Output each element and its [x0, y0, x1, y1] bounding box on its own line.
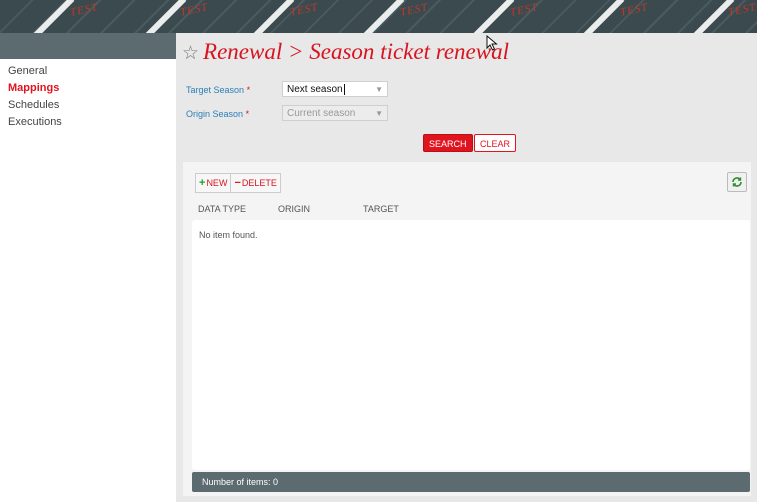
environment-banner: TEST TEST TEST TEST TEST TEST TEST — [0, 0, 757, 33]
watermark-label: TEST — [179, 1, 210, 19]
grid-toolbar: + NEW − DELETE — [195, 173, 281, 193]
sidebar-item-general[interactable]: General — [8, 63, 176, 80]
empty-message: No item found. — [199, 230, 258, 240]
results-grid: No item found. — [192, 220, 750, 470]
clear-button[interactable]: CLEAR — [474, 134, 517, 152]
origin-season-label: Origin Season * — [186, 109, 250, 119]
refresh-button[interactable] — [727, 172, 747, 192]
page-title: ☆ Renewal > Season ticket renewal — [182, 39, 509, 65]
watermark-label: TEST — [727, 1, 757, 19]
watermark-label: TEST — [399, 1, 430, 19]
sidebar: General Mappings Schedules Executions — [0, 33, 176, 502]
page-title-text: Renewal > Season ticket renewal — [203, 39, 509, 64]
target-season-row: Target Season * Next season ▼ — [186, 81, 388, 97]
main-content: ☆ Renewal > Season ticket renewal Target … — [176, 33, 757, 502]
origin-season-select: Current season ▼ — [282, 105, 388, 121]
mouse-cursor-icon — [486, 35, 498, 51]
sidebar-header — [0, 33, 176, 59]
sidebar-item-schedules[interactable]: Schedules — [8, 97, 176, 114]
favorite-star-icon[interactable]: ☆ — [182, 43, 199, 64]
item-count-bar: Number of items: 0 — [192, 472, 750, 492]
sidebar-item-executions[interactable]: Executions — [8, 114, 176, 131]
sidebar-nav: General Mappings Schedules Executions — [0, 59, 176, 131]
chevron-down-icon: ▼ — [375, 109, 383, 118]
search-button[interactable]: SEARCH — [423, 134, 473, 152]
delete-button[interactable]: − DELETE — [230, 174, 279, 192]
new-button[interactable]: + NEW — [196, 174, 230, 192]
results-panel: + NEW − DELETE DATA TYPE ORIGIN TARGET No … — [183, 162, 751, 496]
watermark-label: TEST — [69, 1, 100, 19]
column-header-target[interactable]: TARGET — [363, 204, 399, 214]
watermark-label: TEST — [619, 1, 650, 19]
target-season-label: Target Season * — [186, 85, 251, 95]
refresh-icon — [732, 177, 742, 187]
watermark-label: TEST — [289, 1, 320, 19]
plus-icon: + — [199, 177, 206, 189]
sidebar-item-mappings[interactable]: Mappings — [8, 80, 176, 97]
target-season-select[interactable]: Next season ▼ — [282, 81, 388, 97]
column-header-data-type[interactable]: DATA TYPE — [198, 204, 246, 214]
chevron-down-icon: ▼ — [375, 85, 383, 94]
origin-season-row: Origin Season * Current season ▼ — [186, 105, 388, 121]
watermark-label: TEST — [509, 1, 540, 19]
minus-icon: − — [234, 177, 241, 189]
column-header-origin[interactable]: ORIGIN — [278, 204, 310, 214]
